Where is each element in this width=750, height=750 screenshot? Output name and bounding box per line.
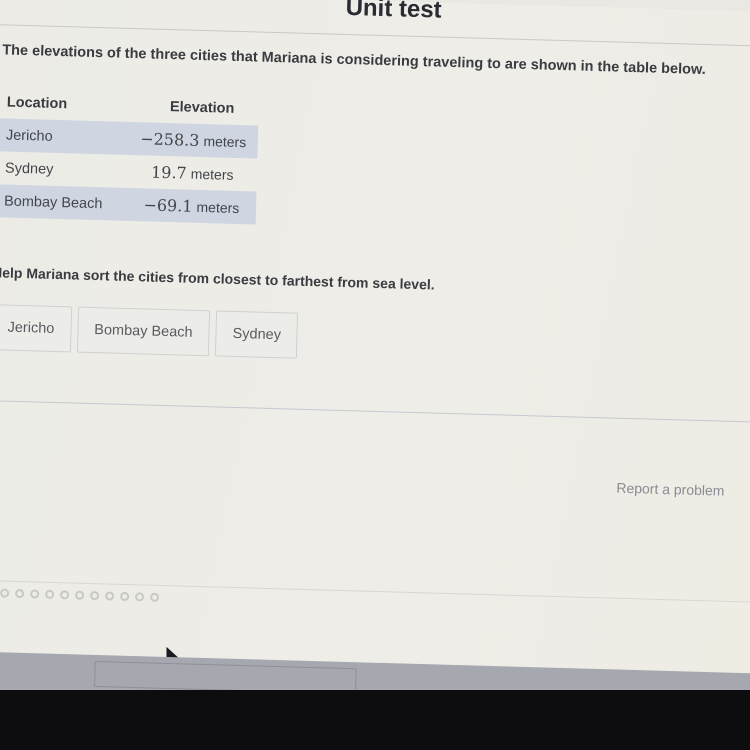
table-row: Bombay Beach −69.1 meters [0, 184, 257, 225]
elevation-value: 19.7 [150, 162, 187, 183]
progress-dot[interactable] [90, 591, 100, 601]
location-cell: Jericho [0, 118, 113, 155]
section-divider [0, 399, 750, 423]
progress-dot[interactable] [119, 591, 130, 602]
elevation-unit: meters [203, 133, 247, 151]
elevation-table: Location Elevation Jericho −258.3 meters… [0, 88, 260, 225]
progress-dot[interactable] [60, 590, 70, 600]
elevation-unit: meters [196, 198, 240, 217]
sortable-tile-list: Jericho Bombay Beach Sydney [0, 304, 299, 359]
progress-dot[interactable] [149, 592, 160, 602]
sortable-tile-bombay-beach[interactable]: Bombay Beach [76, 306, 211, 357]
progress-dot[interactable] [15, 588, 25, 599]
sortable-tile-sydney[interactable]: Sydney [214, 310, 299, 359]
question-prompt: The elevations of the three cities that … [2, 42, 706, 79]
monitor-bezel [0, 690, 750, 750]
progress-dot[interactable] [45, 589, 55, 600]
progress-dot[interactable] [75, 590, 85, 600]
elevation-value: −69.1 [143, 195, 193, 216]
location-cell: Bombay Beach [0, 184, 111, 221]
elevation-unit: meters [190, 165, 234, 183]
elevation-cell: −258.3 meters [111, 121, 259, 159]
header-location: Location [6, 94, 68, 113]
location-cell: Sydney [4, 159, 54, 178]
progress-dots [0, 588, 160, 602]
sortable-tile-jericho[interactable]: Jericho [0, 304, 72, 353]
progress-dot[interactable] [134, 592, 145, 602]
sort-instruction: Help Mariana sort the cities from closes… [0, 264, 435, 293]
elevation-cell: 19.7 meters [111, 154, 258, 191]
progress-dot[interactable] [30, 589, 40, 599]
report-problem-link[interactable]: Report a problem [616, 480, 725, 499]
header-elevation: Elevation [169, 99, 235, 117]
elevation-cell: −69.1 meters [109, 187, 257, 225]
elevation-value: −258.3 [139, 129, 200, 150]
page-title: Unit test [345, 0, 442, 24]
exercise-page: Unit test The elevations of the three ci… [0, 0, 750, 692]
progress-dot[interactable] [105, 591, 115, 601]
progress-dot[interactable] [0, 588, 10, 598]
title-divider [0, 24, 750, 47]
